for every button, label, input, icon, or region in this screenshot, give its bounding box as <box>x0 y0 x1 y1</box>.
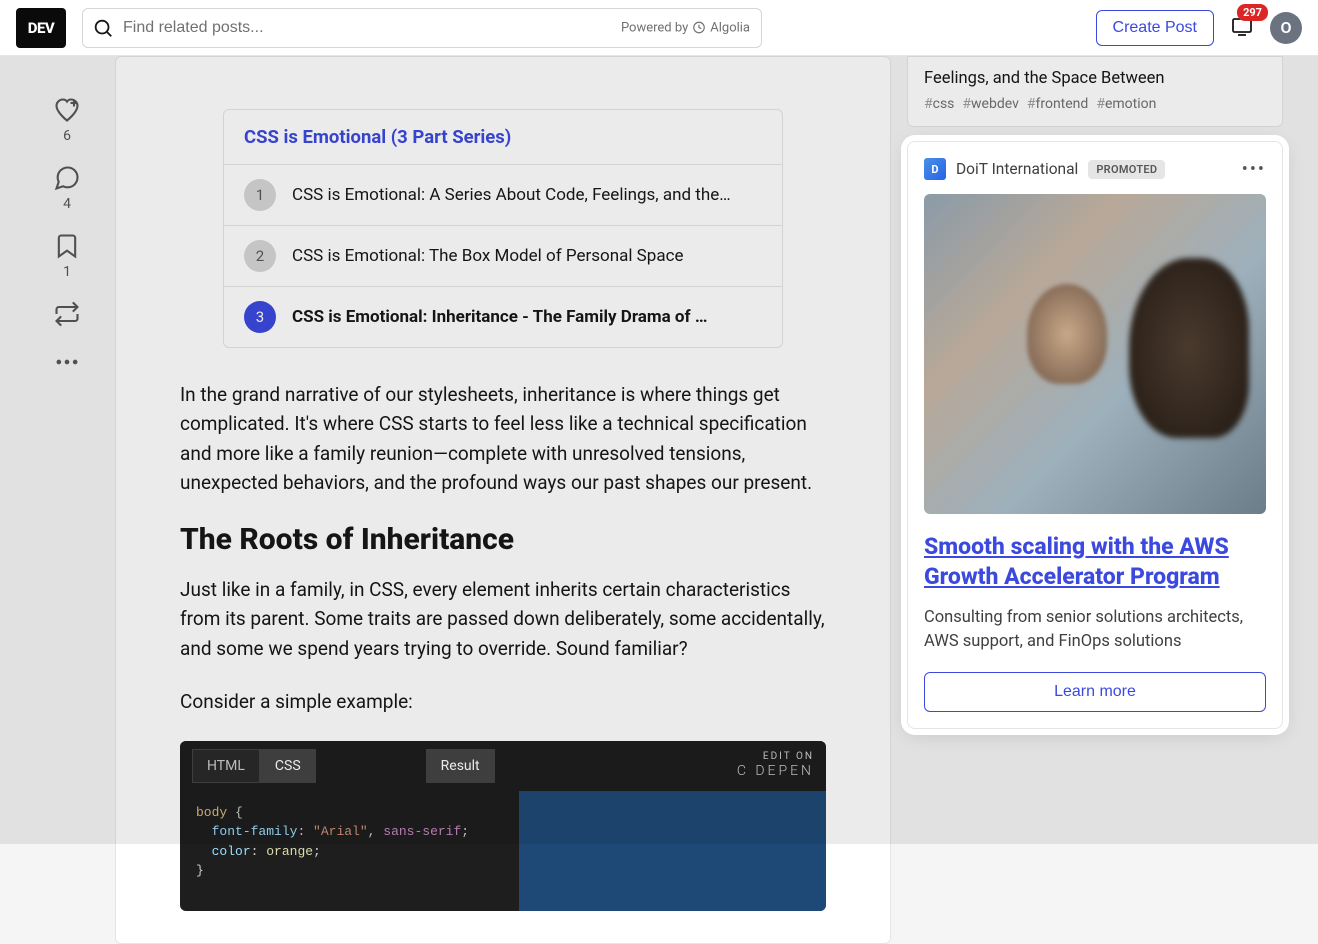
promo-card: DoiT International PROMOTED ••• Smooth s… <box>907 141 1283 729</box>
promo-brand: DoiT International <box>956 160 1078 178</box>
powered-by-label: Powered by Algolia <box>621 20 750 35</box>
promo-title-link[interactable]: Smooth scaling with the AWS Growth Accel… <box>924 532 1266 592</box>
algolia-icon <box>692 21 706 35</box>
series-item-1[interactable]: 1 CSS is Emotional: A Series About Code,… <box>224 164 782 225</box>
series-item-label: CSS is Emotional: Inheritance - The Fami… <box>292 307 707 327</box>
more-icon <box>53 348 81 376</box>
codepen-tab-result[interactable]: Result <box>426 749 495 783</box>
codepen-embed: HTML CSS Result EDIT ON C DEPEN body { f… <box>180 741 826 911</box>
series-num: 2 <box>244 240 276 272</box>
save-button[interactable]: 1 <box>53 232 81 280</box>
save-count: 1 <box>63 264 71 280</box>
comment-count: 4 <box>63 196 71 212</box>
paragraph: Just like in a family, in CSS, every ele… <box>180 575 826 663</box>
series-box: CSS is Emotional (3 Part Series) 1 CSS i… <box>223 109 783 348</box>
heart-plus-icon <box>53 96 81 124</box>
codepen-edit-link[interactable]: EDIT ON C DEPEN <box>737 751 814 780</box>
article-card: CSS is Emotional (3 Part Series) 1 CSS i… <box>115 56 891 944</box>
repost-icon <box>53 300 81 328</box>
right-rail: Feelings, and the Space Between #css #we… <box>907 56 1283 944</box>
tag-emotion[interactable]: #emotion <box>1096 96 1156 112</box>
tag-webdev[interactable]: #webdev <box>962 96 1018 112</box>
codepen-header: HTML CSS Result EDIT ON C DEPEN <box>180 741 826 791</box>
create-post-button[interactable]: Create Post <box>1096 10 1214 46</box>
paragraph: In the grand narrative of our stylesheet… <box>180 380 826 498</box>
paragraph: Consider a simple example: <box>180 687 826 716</box>
bookmark-icon <box>53 232 81 260</box>
repost-button[interactable] <box>53 300 81 328</box>
like-count: 6 <box>63 128 71 144</box>
series-item-label: CSS is Emotional: A Series About Code, F… <box>292 185 731 205</box>
article-body: In the grand narrative of our stylesheet… <box>180 380 826 911</box>
reactions-bar: 6 4 1 <box>35 56 99 944</box>
series-num: 1 <box>244 179 276 211</box>
comment-button[interactable]: 4 <box>53 164 81 212</box>
codepen-code[interactable]: body { font-family: "Arial", sans-serif;… <box>180 791 519 911</box>
avatar[interactable]: O <box>1270 12 1302 44</box>
codepen-tab-html[interactable]: HTML <box>192 749 260 783</box>
promo-logo-icon <box>924 158 946 180</box>
related-post-tags: #css #webdev #frontend #emotion <box>924 96 1266 112</box>
related-post-title: Feelings, and the Space Between <box>924 69 1266 88</box>
more-button[interactable] <box>53 348 81 376</box>
search-wrap: Powered by Algolia <box>82 8 762 48</box>
codepen-body: body { font-family: "Arial", sans-serif;… <box>180 791 826 911</box>
promoted-badge: PROMOTED <box>1088 160 1165 179</box>
promo-header: DoiT International PROMOTED ••• <box>924 158 1266 180</box>
dev-logo[interactable]: DEV <box>16 8 66 48</box>
top-header: DEV Powered by Algolia Create Post 297 O <box>0 0 1318 56</box>
tag-frontend[interactable]: #frontend <box>1027 96 1088 112</box>
series-num: 3 <box>244 301 276 333</box>
heading-roots: The Roots of Inheritance <box>180 522 826 557</box>
codepen-tab-css[interactable]: CSS <box>260 749 316 783</box>
promo-description: Consulting from senior solutions archite… <box>924 606 1266 654</box>
like-button[interactable]: 6 <box>53 96 81 144</box>
header-right: Create Post 297 O <box>1096 10 1302 46</box>
comment-icon <box>53 164 81 192</box>
promo-menu-button[interactable]: ••• <box>1242 159 1266 180</box>
series-item-2[interactable]: 2 CSS is Emotional: The Box Model of Per… <box>224 225 782 286</box>
search-icon <box>92 17 114 39</box>
codepen-result-pane <box>519 791 826 911</box>
related-post-card[interactable]: Feelings, and the Space Between #css #we… <box>907 56 1283 127</box>
promo-image[interactable] <box>924 194 1266 514</box>
series-item-3[interactable]: 3 CSS is Emotional: Inheritance - The Fa… <box>224 286 782 347</box>
series-item-label: CSS is Emotional: The Box Model of Perso… <box>292 246 683 266</box>
notifications-button[interactable]: 297 <box>1230 14 1254 42</box>
series-title[interactable]: CSS is Emotional (3 Part Series) <box>224 110 782 164</box>
notification-badge: 297 <box>1237 4 1268 21</box>
learn-more-button[interactable]: Learn more <box>924 672 1266 712</box>
tag-css[interactable]: #css <box>924 96 954 112</box>
